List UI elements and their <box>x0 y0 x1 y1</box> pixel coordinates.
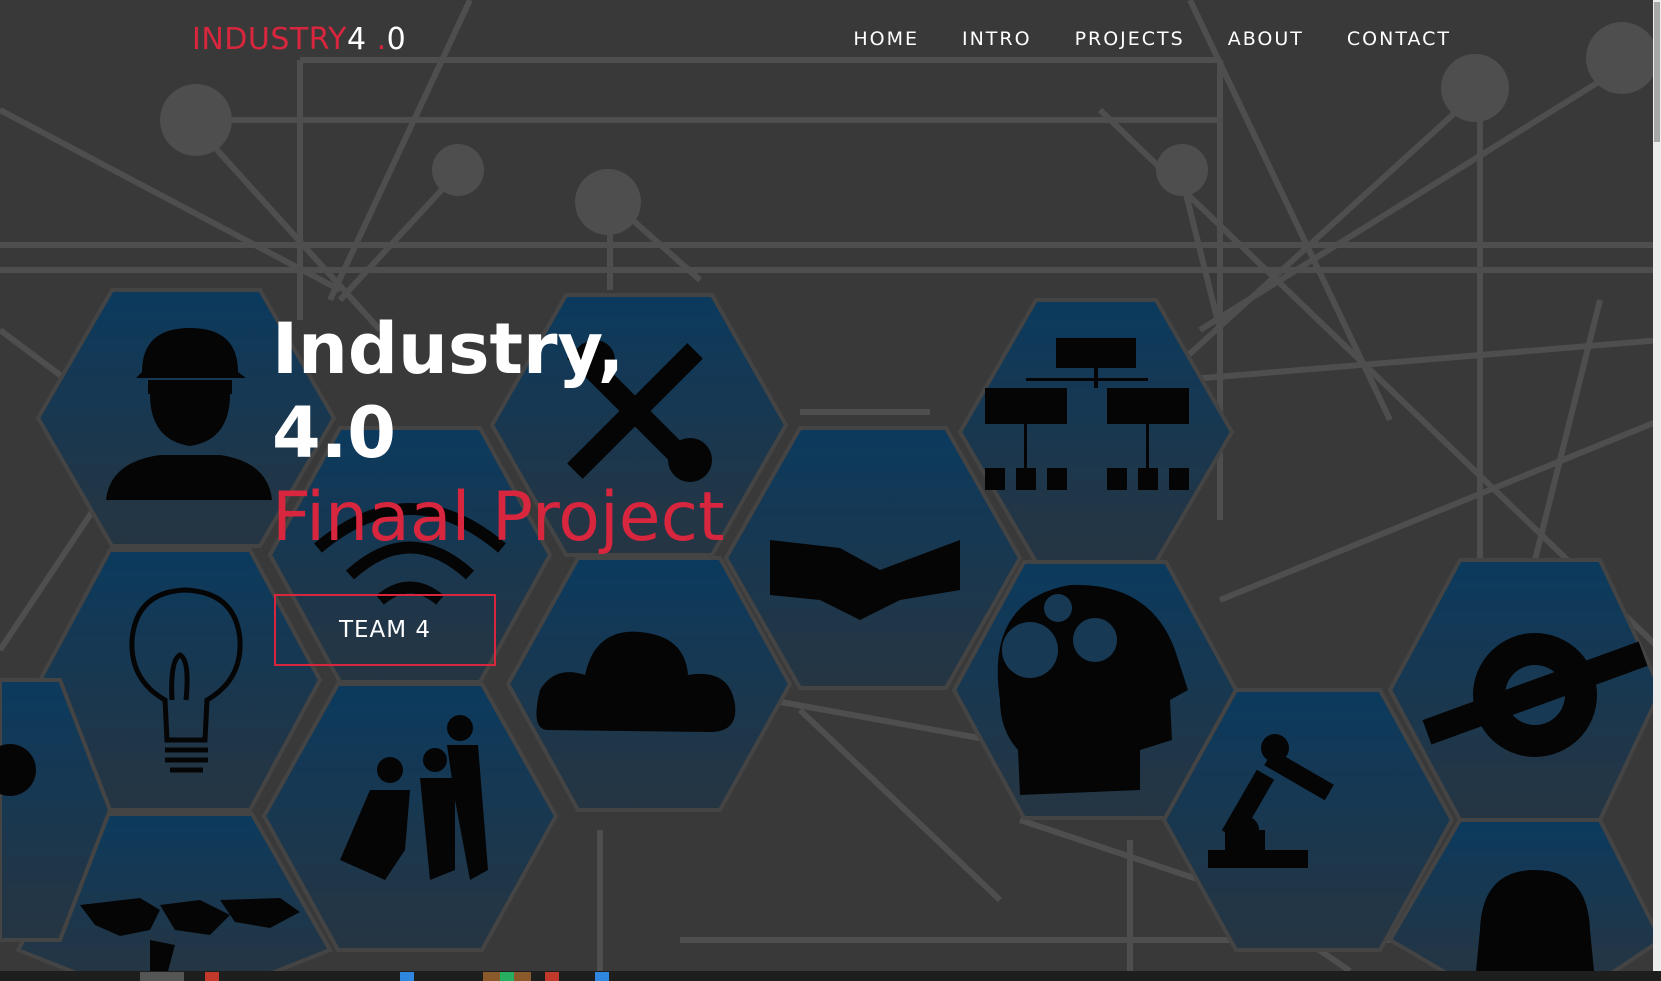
nav-link-about[interactable]: ABOUT <box>1228 28 1304 50</box>
taskbar-item[interactable] <box>140 972 184 981</box>
os-taskbar <box>0 971 1661 981</box>
logo-text-four: 4 <box>346 22 367 57</box>
taskbar-item[interactable] <box>595 972 609 981</box>
taskbar-item[interactable] <box>500 972 514 981</box>
taskbar-item[interactable] <box>205 972 219 981</box>
scrollbar-thumb[interactable] <box>1654 2 1660 142</box>
hero-heading: Industry, 4.0 Finaal Project <box>272 307 725 561</box>
logo-text-dot: . <box>366 22 387 57</box>
hero-title-line2: 4.0 <box>272 392 397 474</box>
nav-link-contact[interactable]: CONTACT <box>1347 28 1451 50</box>
nav-link-projects[interactable]: PROJECTS <box>1075 28 1185 50</box>
taskbar-item[interactable] <box>400 972 414 981</box>
taskbar-item[interactable] <box>545 972 559 981</box>
team-4-button[interactable]: TEAM 4 <box>274 594 496 666</box>
nav-link-home[interactable]: HOME <box>853 28 919 50</box>
hero-title-line1: Industry, <box>272 308 625 390</box>
nav-link-intro[interactable]: INTRO <box>962 28 1032 50</box>
page-scrollbar[interactable] <box>1653 0 1661 971</box>
site-logo[interactable]: INDUSTRY4 .0 <box>192 22 406 57</box>
background-illustration <box>0 0 1661 981</box>
logo-text-zero: 0 <box>386 22 407 57</box>
hero-subtitle: Finaal Project <box>272 478 725 557</box>
top-navbar: INDUSTRY4 .0 HOME INTRO PROJECTS ABOUT C… <box>0 0 1661 80</box>
nav-menu: HOME INTRO PROJECTS ABOUT CONTACT <box>810 28 1451 50</box>
page: INDUSTRY4 .0 HOME INTRO PROJECTS ABOUT C… <box>0 0 1661 981</box>
logo-text-industry: INDUSTRY <box>192 22 347 57</box>
